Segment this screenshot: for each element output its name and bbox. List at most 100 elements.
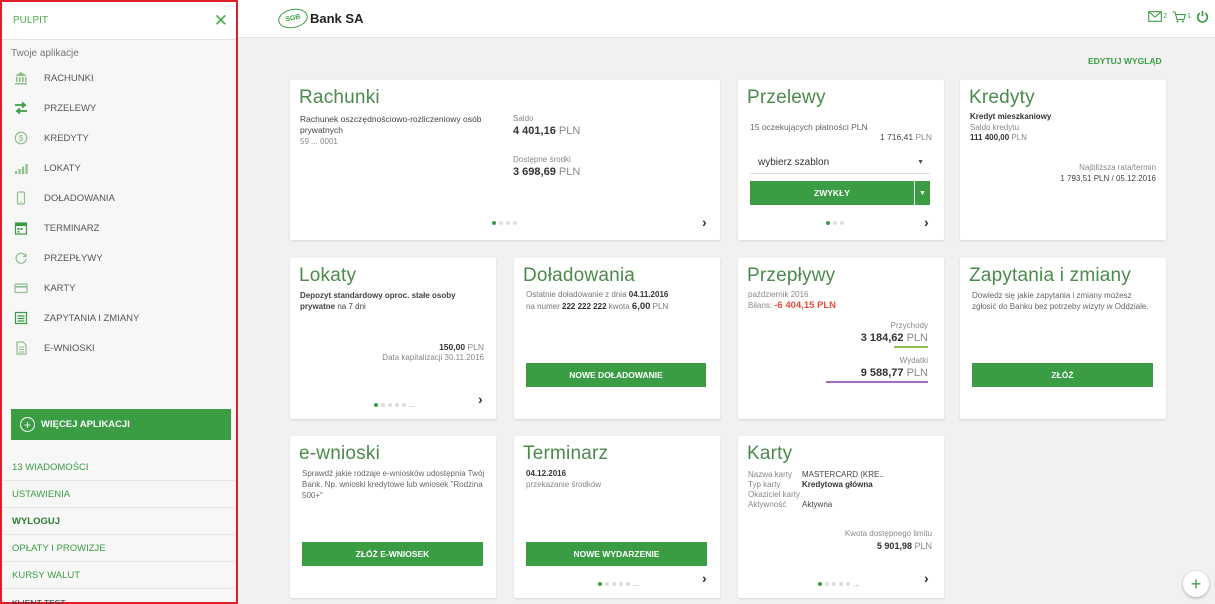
card-title[interactable]: Zapytania i zmiany [969, 265, 1166, 287]
logout-power-button[interactable] [1196, 10, 1209, 23]
carousel-dots[interactable]: ... [374, 400, 416, 409]
logout-link[interactable]: WYLOGUJ [2, 508, 236, 535]
sidebar-item-label: ZAPYTANIA I ZMIANY [44, 312, 140, 324]
sidebar-item-zapytania[interactable]: ZAPYTANIA I ZMIANY [2, 303, 236, 333]
card-title[interactable]: Przepływy [747, 265, 944, 287]
plus-circle-icon: + [20, 417, 35, 432]
transfer-arrows-icon [14, 101, 28, 115]
regular-transfer-button[interactable]: ZWYKŁY [750, 181, 914, 205]
currency-coin-icon: $ [14, 131, 28, 145]
list-icon [14, 311, 28, 325]
sidebar-item-przeplywy[interactable]: PRZEPŁYWY [2, 243, 236, 273]
submit-application-button[interactable]: ZŁÓŻ E-WNIOSEK [302, 542, 483, 566]
currency: PLN [914, 541, 932, 551]
pending-amount: 1 716,41 PLN [880, 132, 932, 143]
deposit-name[interactable]: Depozyt standardowy oproc. stałe osoby p… [300, 291, 480, 313]
flow-icon [14, 251, 28, 265]
more-apps-button[interactable]: + WIĘCEJ APLIKACJI [11, 409, 231, 440]
power-icon [1196, 10, 1209, 23]
currency: PLN [467, 342, 484, 352]
amount: 1 716,41 [879, 132, 914, 142]
account-name[interactable]: Rachunek oszczędnościowo-rozliczeniowy o… [300, 114, 505, 137]
next-arrow-icon[interactable]: › [702, 214, 707, 230]
amount: 3 184,62 [860, 332, 904, 344]
card-activity-value: Aktywna [802, 500, 833, 509]
sidebar-item-doladowania[interactable]: DOŁADOWANIA [2, 183, 236, 213]
ewnioski-description: Sprawdź jakie rodzaje e-wniosków udostęp… [302, 469, 485, 500]
expense-bar [826, 381, 928, 383]
more-apps-label: WIĘCEJ APLIKACJI [41, 419, 130, 430]
pending-payments[interactable]: 15 oczekujących płatności PLN [750, 122, 868, 133]
card-title[interactable]: Karty [747, 443, 944, 465]
amount: 150,00 [439, 342, 466, 352]
sidebar-item-lokaty[interactable]: LOKATY [2, 153, 236, 183]
edit-layout-link[interactable]: EDYTUJ WYGLĄD [1088, 56, 1162, 66]
last-topup-detail: na numer 222 222 222 kwota 6,00 PLN [526, 301, 668, 314]
add-widget-button[interactable]: + [1183, 571, 1209, 597]
number-label: na numer [526, 302, 560, 311]
deposit-amount: 150,00 PLN [439, 342, 484, 353]
apps-section-title: Twoje aplikacje [11, 48, 79, 59]
next-arrow-icon[interactable]: › [702, 570, 707, 586]
carousel-dots[interactable]: ... [598, 579, 640, 588]
next-installment-value: 1 793,51 PLN / 05.12.2016 [1060, 174, 1156, 183]
sidebar-item-rachunki[interactable]: RACHUNKI [2, 63, 236, 93]
event-date[interactable]: 04.12.2016 [526, 469, 566, 480]
card-title[interactable]: e-wnioski [299, 443, 496, 465]
card-title[interactable]: Lokaty [299, 265, 496, 287]
settings-link[interactable]: USTAWIENIA [2, 481, 236, 508]
messages-link[interactable]: 13 WIADOMOŚCI [2, 454, 236, 481]
currency: PLN [558, 166, 581, 178]
currency: PLN [906, 367, 928, 379]
template-select[interactable]: wybierz szablon ▼ [750, 152, 930, 174]
amount-label: kwota [608, 302, 630, 311]
close-icon[interactable]: ✕ [214, 12, 228, 29]
fees-link[interactable]: OPŁATY I PROWIZJE [2, 535, 236, 562]
credit-name[interactable]: Kredyt mieszkaniowy [970, 112, 1051, 123]
next-arrow-icon[interactable]: › [478, 391, 483, 407]
card-title[interactable]: Rachunki [299, 87, 720, 109]
top-bar: SGB Bank SA 2 1 [238, 0, 1215, 38]
card-type-value: Kredytowa główna [802, 480, 873, 489]
document-icon [14, 341, 28, 355]
sidebar-links: 13 WIADOMOŚCI USTAWIENIA WYLOGUJ OPŁATY … [2, 454, 236, 604]
sidebar-header: PULPIT ✕ [2, 2, 236, 40]
card-title[interactable]: Doładowania [523, 265, 720, 287]
last-topup-date: 04.11.2016 [628, 290, 669, 299]
new-topup-button[interactable]: NOWE DOŁADOWANIE [526, 363, 706, 387]
sidebar-item-ewnioski[interactable]: E-WNIOSKI [2, 333, 236, 363]
deposit-name-bold: Depozyt standardowy oproc. stałe osoby p… [300, 291, 456, 311]
sidebar-item-label: DOŁADOWANIA [44, 192, 115, 204]
currency: PLN [1011, 133, 1027, 142]
mail-button[interactable]: 2 [1148, 11, 1167, 22]
saldo-value: 4 401,16 PLN [513, 124, 580, 139]
mail-icon [1148, 11, 1163, 22]
transfer-options-caret-icon[interactable]: ▼ [915, 181, 930, 205]
cart-count: 1 [1187, 13, 1191, 20]
exchange-rates-link[interactable]: KURSY WALUT [2, 562, 236, 589]
card-title[interactable]: Kredyty [969, 87, 1166, 109]
balance-label: Bilans: [748, 301, 773, 310]
card-ewnioski: e-wnioski Sprawdź jakie rodzaje e-wniosk… [290, 436, 496, 598]
next-arrow-icon[interactable]: › [924, 214, 929, 230]
card-title[interactable]: Terminarz [523, 443, 720, 465]
sidebar-title[interactable]: PULPIT [13, 15, 48, 26]
carousel-dots[interactable] [826, 221, 844, 225]
sidebar-item-kredyty[interactable]: $ KREDYTY [2, 123, 236, 153]
svg-text:$: $ [19, 134, 24, 143]
next-arrow-icon[interactable]: › [924, 570, 929, 586]
last-topup-line: Ostatnie doładowanie z dnia 04.11.2016 [526, 290, 668, 301]
sidebar-item-terminarz[interactable]: TERMINARZ [2, 213, 236, 243]
logo-mark: SGB [276, 6, 310, 31]
card-title[interactable]: Przelewy [747, 87, 944, 109]
income-bar [894, 346, 928, 348]
carousel-dots[interactable] [492, 221, 517, 225]
card-icon [14, 281, 28, 295]
sidebar-item-karty[interactable]: KARTY [2, 273, 236, 303]
submit-request-button[interactable]: ZŁÓŻ [972, 363, 1153, 387]
new-event-button[interactable]: NOWE WYDARZENIE [526, 542, 707, 566]
sidebar-item-przelewy[interactable]: PRZELEWY [2, 93, 236, 123]
bank-logo[interactable]: SGB Bank SA [276, 6, 363, 31]
cart-button[interactable]: 1 [1172, 10, 1191, 23]
carousel-dots[interactable]: ... [818, 579, 860, 588]
